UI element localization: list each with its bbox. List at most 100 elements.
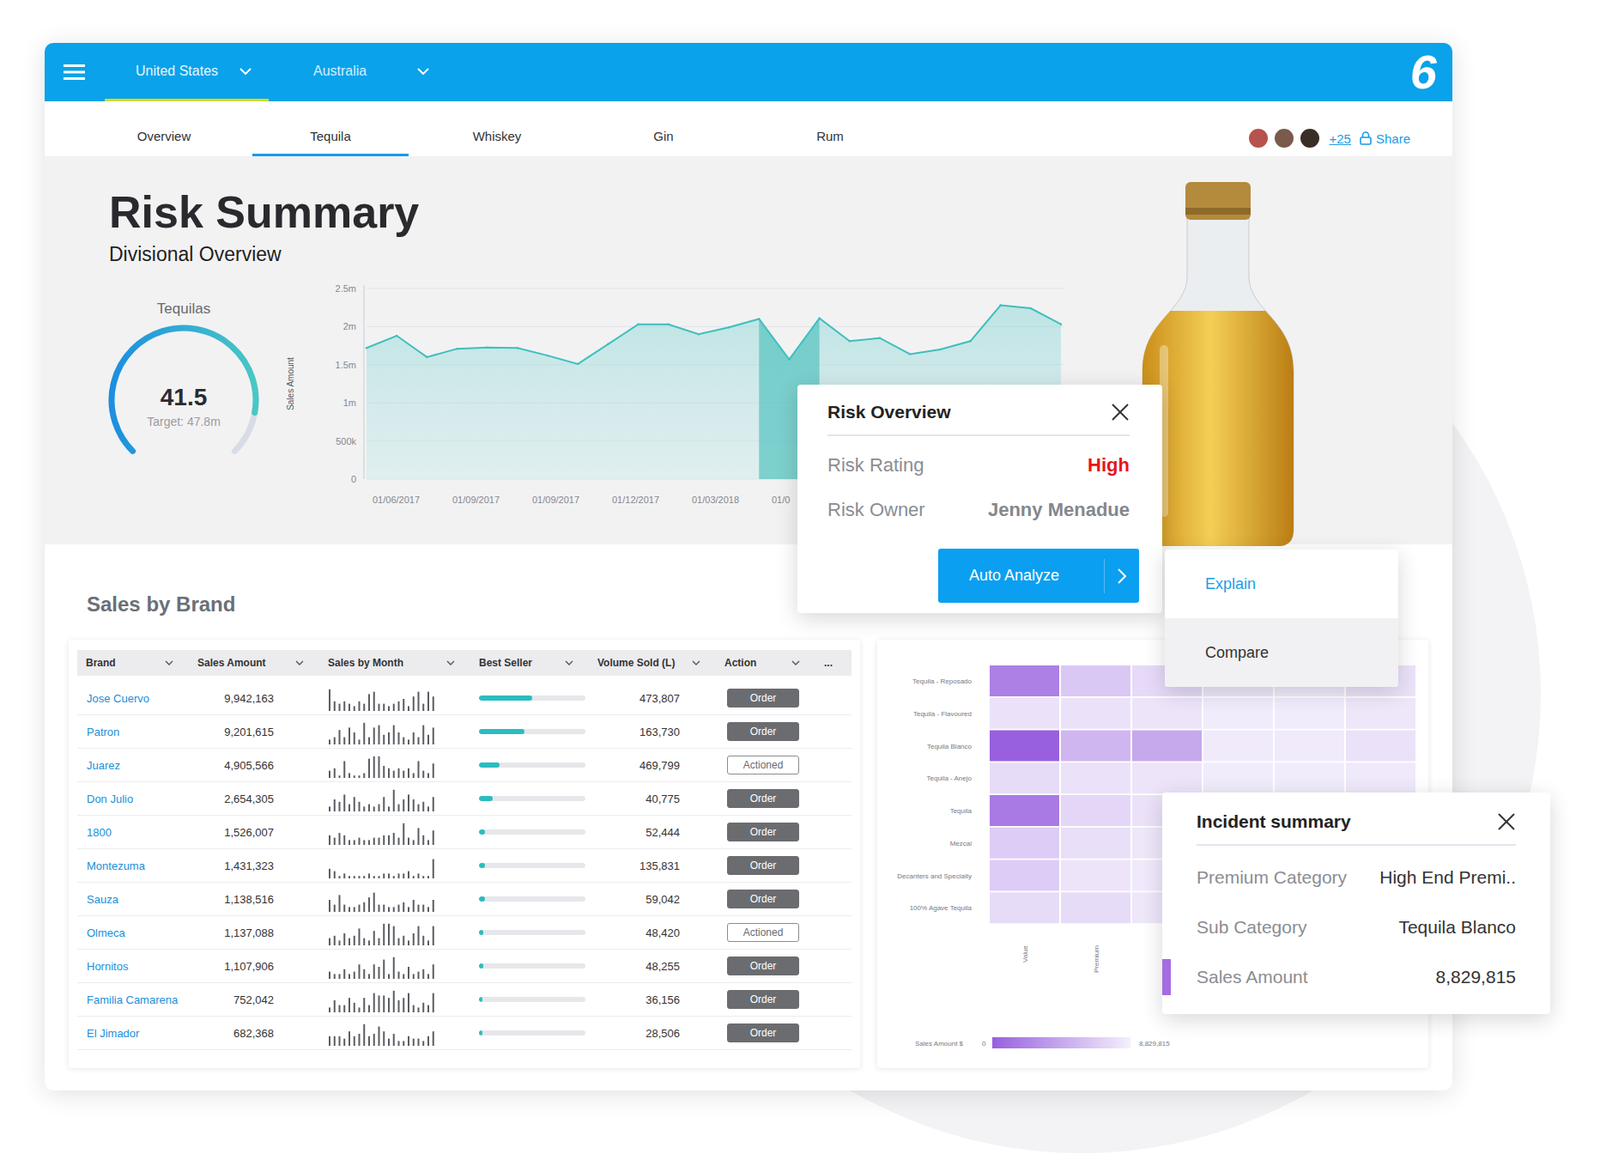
tab[interactable]: Gin [585,101,742,157]
data-point[interactable] [365,346,368,349]
heatmap-cell[interactable] [989,697,1060,729]
menu-item[interactable]: Compare [1164,618,1399,687]
table-row[interactable]: Don Julio 2,654,305 40,775 Order [77,781,852,816]
heatmap-cell[interactable] [1203,762,1273,794]
brand-link[interactable]: Sauza [77,892,189,906]
heatmap-cell[interactable] [1060,697,1131,729]
data-point[interactable] [999,303,1001,306]
heatmap-cell[interactable] [1274,762,1345,794]
data-point[interactable] [455,347,458,350]
tab[interactable]: Whiskey [418,101,576,157]
auto-analyze-button[interactable]: Auto Analyze [938,548,1140,603]
data-point[interactable] [546,354,549,357]
column-header[interactable]: Volume Sold (L) [588,649,716,676]
table-row[interactable]: 1800 1,526,007 52,444 Order [77,815,852,849]
more-collaborators-link[interactable]: +25 [1329,131,1352,146]
data-point[interactable] [969,339,971,342]
data-point[interactable] [395,333,398,336]
order-button[interactable]: Order [727,956,800,976]
brand-link[interactable]: Olmeca [77,926,189,940]
order-button[interactable]: Order [727,822,800,842]
brand-link[interactable]: Familia Camarena [77,993,189,1007]
column-header[interactable]: Sales by Month [319,649,471,676]
order-button[interactable]: Order [727,989,800,1009]
region-dropdown[interactable]: Australia [282,42,447,102]
data-point[interactable] [727,326,730,328]
order-button[interactable]: Order [727,788,800,808]
brand-link[interactable]: Hornitos [77,959,189,973]
data-point[interactable] [939,347,941,350]
table-row[interactable]: Patron 9,201,615 163,730 Order [77,715,852,749]
heatmap-cell[interactable] [1060,891,1131,923]
data-point[interactable] [425,355,428,358]
brand-link[interactable]: Patron [77,725,189,739]
data-point[interactable] [697,333,700,335]
order-button[interactable]: Actioned [727,755,800,775]
order-button[interactable]: Order [727,688,800,708]
heatmap-cell[interactable] [1274,730,1345,762]
avatar[interactable] [1298,127,1322,150]
column-header[interactable]: Best Seller [470,649,589,676]
close-icon[interactable] [1110,402,1130,422]
order-button[interactable]: Order [727,721,800,741]
heatmap-cell[interactable] [1132,762,1202,794]
heatmap-cell[interactable] [989,665,1060,697]
share-button[interactable]: Share [1359,131,1411,146]
heatmap-cell[interactable] [1203,730,1273,762]
heatmap-cell[interactable] [1060,730,1131,762]
heatmap-cell[interactable] [989,860,1060,891]
heatmap-cell[interactable] [1060,827,1131,859]
table-row[interactable]: Sauza 1,138,516 59,042 Order [77,882,852,916]
menu-icon[interactable] [63,64,85,80]
table-row[interactable]: Jose Cuervo 9,942,163 473,807 Order [77,681,852,716]
table-row[interactable]: Hornitos 1,107,906 48,255 Order [77,949,852,983]
brand-link[interactable]: Don Julio [77,792,189,806]
heatmap-cell[interactable] [989,730,1060,762]
data-point[interactable] [757,317,760,320]
brand-link[interactable]: Jose Cuervo [77,691,189,705]
menu-item[interactable]: Explain [1164,549,1399,619]
data-point[interactable] [636,322,639,325]
brand-link[interactable]: 1800 [77,825,189,839]
table-row[interactable]: Familia Camarena 752,042 36,156 Order [77,982,852,1017]
heatmap-cell[interactable] [1345,762,1416,794]
column-header[interactable]: Action [715,649,816,676]
data-point[interactable] [1030,306,1032,309]
avatar[interactable] [1272,127,1296,150]
data-point[interactable] [667,322,670,325]
data-point[interactable] [878,336,881,339]
data-point[interactable] [485,345,488,348]
avatar[interactable] [1247,127,1270,150]
heatmap-cell[interactable] [989,827,1060,859]
heatmap-cell[interactable] [1132,730,1202,762]
data-point[interactable] [516,346,519,349]
order-button[interactable]: Order [727,889,800,909]
heatmap-cell[interactable] [1060,794,1131,826]
heatmap-cell[interactable] [1345,697,1416,729]
table-row[interactable]: El Jimador 682,368 28,506 Order [77,1016,852,1050]
data-point[interactable] [576,362,579,364]
heatmap-cell[interactable] [1060,665,1131,697]
brand-link[interactable]: El Jimador [77,1026,189,1040]
data-point[interactable] [787,357,790,360]
column-header[interactable]: Brand [77,649,189,676]
brand-link[interactable]: Montezuma [77,859,189,873]
tab[interactable]: Overview [85,101,243,157]
column-header[interactable]: ... [815,649,854,676]
heatmap-cell[interactable] [1203,697,1273,729]
brand-link[interactable]: Juarez [77,758,189,772]
heatmap-cell[interactable] [1132,697,1202,729]
order-button[interactable]: Actioned [727,922,800,942]
table-row[interactable]: Montezuma 1,431,323 135,831 Order [77,848,852,883]
tab[interactable]: Rum [751,101,909,157]
data-point[interactable] [1060,322,1062,325]
heatmap-cell[interactable] [1060,762,1131,794]
table-row[interactable]: Juarez 4,905,566 469,799 Actioned [77,748,852,782]
order-button[interactable]: Order [727,855,800,875]
column-header[interactable]: Sales Amount [188,649,320,676]
tab[interactable]: Tequila [252,101,409,157]
heatmap-cell[interactable] [1060,860,1131,891]
table-row[interactable]: Olmeca 1,137,088 48,420 Actioned [77,915,852,950]
close-icon[interactable] [1496,812,1516,831]
heatmap-cell[interactable] [1274,697,1345,729]
